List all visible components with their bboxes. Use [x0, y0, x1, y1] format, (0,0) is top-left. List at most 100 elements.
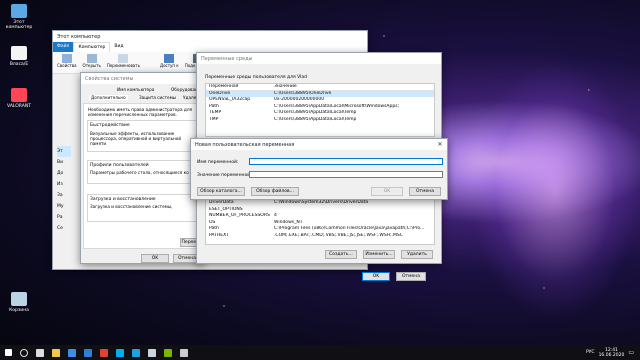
nav-item[interactable]: Му — [57, 201, 71, 212]
close-icon[interactable]: ✕ — [433, 141, 447, 148]
variable-value-label: Значение переменной: — [197, 173, 252, 178]
mail-icon-glyph — [84, 348, 92, 357]
valorant-icon — [11, 88, 27, 102]
envvars-ok-button[interactable]: OK — [362, 272, 390, 281]
nav-item[interactable]: Из — [57, 179, 71, 190]
file-explorer-icon-glyph — [52, 348, 60, 357]
desktop-icon-label: Этот компьютер — [5, 20, 33, 30]
delete-system-var-button[interactable]: Удалить — [401, 250, 433, 259]
column-header-value[interactable]: Значение — [274, 84, 434, 90]
start-icon[interactable] — [0, 345, 16, 360]
store-icon[interactable] — [64, 345, 80, 360]
desktop-icon-label: Власа/Е — [9, 62, 29, 67]
chrome-icon[interactable] — [96, 345, 112, 360]
skype-icon[interactable] — [112, 345, 128, 360]
nav-item[interactable]: За — [57, 190, 71, 201]
desktop-icon-recycle-bin[interactable]: Корзина — [2, 292, 36, 313]
open-icon — [86, 54, 97, 63]
nav-item[interactable]: Ра — [57, 212, 71, 223]
variable-name-label: Имя переменной: — [197, 160, 239, 165]
task-view-icon[interactable] — [32, 345, 48, 360]
desktop-icon-this-pc[interactable]: Этот компьютер — [2, 4, 36, 30]
sysprops-tabs: Имя компьютера Оборудование Дополнительн… — [83, 87, 208, 103]
tab-view[interactable]: Вид — [110, 42, 127, 52]
browse-file-button[interactable]: Обзор файлов... — [251, 187, 299, 196]
sysprops-titlebar: Свойства системы — [81, 73, 203, 84]
explorer-nav-pane: Эт Ви До Из За Му Ра Се — [57, 146, 71, 234]
nav-item[interactable]: Ви — [57, 157, 71, 168]
var-name: TMP — [209, 116, 219, 122]
search-icon[interactable] — [16, 345, 32, 360]
profiles-title: Профили пользователей — [90, 163, 149, 168]
ribbon-label: Доступ к — [159, 63, 179, 68]
clock-date: 16.06.2020 — [598, 352, 625, 358]
envvars-cancel-button[interactable]: Отмена — [396, 272, 426, 281]
input-language-indicator[interactable]: РУС — [586, 350, 595, 355]
user-vars-label: Переменные среды пользователя для Vlad — [205, 75, 308, 80]
new-user-variable-dialog: Новая пользовательская переменная ✕ Имя … — [190, 138, 448, 200]
wallpaper-nebula — [470, 60, 640, 320]
system-vars-table: DriverData C:\Windows\System32\Drivers\Dr… — [205, 199, 435, 245]
variable-name-input[interactable] — [249, 158, 443, 165]
profiles-text: Параметры рабочего стола, относящиеся ко… — [90, 170, 189, 175]
table-row[interactable]: PATHEXT .COM;.EXE;.BAT;.CMD;.VBS;.VBE;.JS… — [206, 233, 434, 240]
column-header-name[interactable]: Переменная — [206, 84, 274, 90]
startup-title: Загрузка и восстановление — [90, 197, 156, 202]
nav-item[interactable]: До — [57, 168, 71, 179]
browse-directory-button[interactable]: Обзор каталога... — [197, 187, 245, 196]
ribbon-rename-button[interactable]: Переименовать — [107, 54, 140, 71]
desktop-icon-file[interactable]: Власа/Е — [2, 46, 36, 67]
envvars-title: Переменные среды — [201, 55, 253, 62]
task-view-icon-glyph — [36, 348, 44, 357]
newvar-titlebar: Новая пользовательская переменная ✕ — [191, 139, 447, 150]
media-access-icon — [164, 54, 175, 63]
nav-item[interactable]: Се — [57, 223, 71, 234]
notifications-icon[interactable]: ▭ — [628, 349, 634, 356]
performance-text: Визуальные эффекты, использование процес… — [90, 131, 182, 146]
newvar-title: Новая пользовательская переменная — [195, 141, 295, 148]
clock[interactable]: 12:41 16.06.2020 — [599, 348, 625, 358]
create-system-var-button[interactable]: Создать... — [325, 250, 357, 259]
var-value: C:\Users\38895\AppData\Local\Temp — [274, 116, 357, 122]
desktop-icon-valorant[interactable]: VALORANT — [2, 88, 36, 109]
mail-icon[interactable] — [80, 345, 96, 360]
edit-system-var-button[interactable]: Изменить... — [363, 250, 395, 259]
ribbon-properties-button[interactable]: Свойства — [57, 54, 77, 71]
ribbon-access-button[interactable]: Доступ к — [160, 54, 179, 71]
user-profiles-group: Профили пользователей Параметры рабочего… — [87, 160, 201, 184]
tab-system-protection[interactable]: Защита системы — [139, 95, 176, 100]
tab-advanced[interactable]: Дополнительно — [89, 95, 128, 100]
steam-icon[interactable] — [144, 345, 160, 360]
ribbon-label: Свойства — [57, 63, 77, 68]
nvidia-icon[interactable] — [160, 345, 176, 360]
edge-icon-glyph — [132, 348, 140, 357]
explorer-ribbon-tabs: Файл Компьютер Вид — [53, 42, 367, 52]
system-tray: РУС 12:41 16.06.2020 ▭ — [586, 348, 640, 358]
sysprops-advanced-panel: Необходимо иметь права администратора дл… — [83, 103, 204, 249]
performance-title: Быстродействие — [90, 123, 130, 128]
var-name: PATHEXT — [209, 232, 229, 238]
file-explorer-icon[interactable] — [48, 345, 64, 360]
tab-computer-name[interactable]: Имя компьютера — [117, 87, 154, 92]
start-icon-glyph — [4, 349, 12, 356]
newvar-cancel-button[interactable]: Отмена — [409, 187, 441, 196]
table-row[interactable]: TMP C:\Users\38895\AppData\Local\Temp — [206, 117, 434, 124]
variable-value-input[interactable] — [249, 171, 443, 178]
steam-icon-glyph — [148, 348, 156, 357]
edge-icon[interactable] — [128, 345, 144, 360]
settings-icon[interactable] — [176, 345, 192, 360]
tab-file[interactable]: Файл — [53, 42, 74, 52]
newvar-ok-button[interactable]: OK — [371, 187, 403, 196]
skype-icon-glyph — [116, 348, 124, 357]
ribbon-open-button[interactable]: Открыть — [83, 54, 101, 71]
folder-icon — [11, 46, 27, 60]
search-icon-glyph — [20, 348, 28, 357]
var-value: .COM;.EXE;.BAT;.CMD;.VBS;.VBE;.JS;.JSE;.… — [274, 232, 403, 238]
sysprops-ok-button[interactable]: OK — [141, 254, 169, 263]
nav-item[interactable]: Эт — [57, 146, 71, 157]
tab-computer[interactable]: Компьютер — [73, 42, 111, 52]
performance-group: Быстродействие Визуальные эффекты, испол… — [87, 120, 201, 152]
ribbon-label: Открыть — [82, 63, 101, 68]
system-properties-window: Свойства системы Имя компьютера Оборудов… — [80, 72, 208, 264]
rename-icon — [118, 54, 129, 63]
